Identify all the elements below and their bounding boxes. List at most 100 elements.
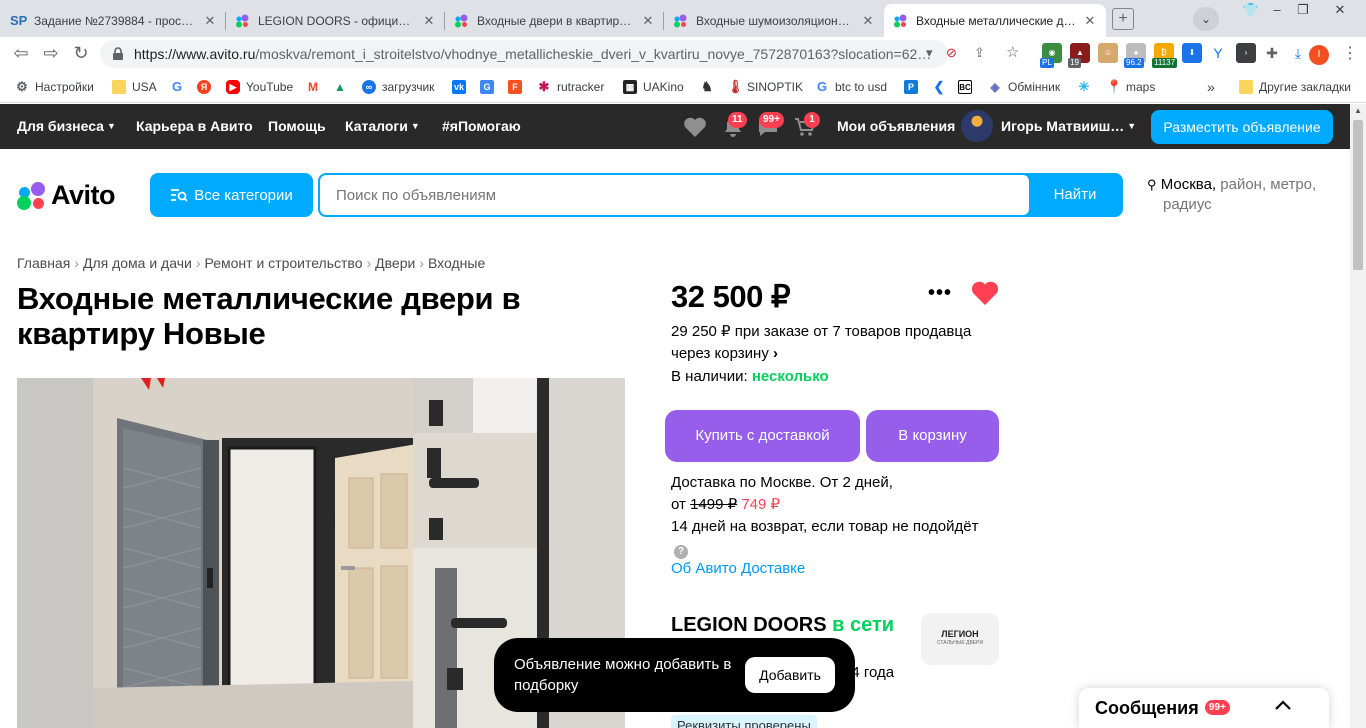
bookmark-bc[interactable]: BC [958,78,978,96]
close-window-icon[interactable]: ✕ [1316,0,1364,22]
nav-help[interactable]: Помощь [268,118,326,134]
bookmark-star-icon[interactable]: ☆ [1006,43,1019,61]
about-delivery-link[interactable]: Об Авито Доставке [671,560,805,577]
downloads-icon[interactable]: ⤓ [1288,43,1308,63]
avito-logo[interactable]: Avito [17,180,116,211]
blocked-icon[interactable]: ⊘ [946,45,957,61]
browser-menu-icon[interactable]: ⋮ [1342,43,1358,63]
extension-v-icon[interactable]: Y [1208,43,1228,63]
nav-user-menu[interactable]: Игорь Матвииш… ▼ [1001,118,1136,134]
google-icon: G [171,79,183,94]
breadcrumb-item[interactable]: Двери [375,255,415,271]
profile-avatar[interactable]: I [1309,45,1329,65]
add-to-cart-button[interactable]: В корзину [866,410,999,462]
minimize-icon[interactable]: – [1264,0,1290,22]
bookmark-usa[interactable]: USA [112,78,157,96]
help-question-icon[interactable]: ? [674,545,688,559]
browser-tab-active[interactable]: Входные металлические двери ✕ [884,4,1106,37]
search-input[interactable] [320,175,1029,215]
extensions-puzzle-icon[interactable]: ✚ [1262,43,1282,63]
nav-catalogs[interactable]: Каталоги ▼ [345,118,420,134]
bookmark-youtube[interactable]: ▶ YouTube [226,78,293,96]
extension-pl-icon[interactable]: ◉ PL [1040,43,1062,68]
breadcrumb-item[interactable]: Входные [428,255,485,271]
bookmark-chess[interactable]: ♞ [700,78,720,96]
messenger-widget[interactable]: Сообщения 99+ [1079,688,1329,728]
seller-logo[interactable]: ЛЕГИОН СТАЛЬНЫЕ ДВЕРИ [921,613,999,665]
bookmark-star[interactable]: ✳ [1077,78,1097,96]
bookmark-settings[interactable]: ⚙ Настройки [15,78,94,96]
new-tab-button[interactable]: + [1112,8,1134,30]
profile-shirt-icon[interactable]: 👕 [1238,0,1264,22]
breadcrumb-item[interactable]: Главная [17,255,70,271]
search-button[interactable]: Найти [1029,175,1121,215]
bookmark-yandex[interactable]: Я [197,78,217,96]
bookmark-rutracker[interactable]: ✱ rutracker [537,78,605,96]
bookmark-google[interactable]: G [170,78,190,96]
post-ad-button[interactable]: Разместить объявление [1151,110,1333,144]
extension-face-icon[interactable]: ☺ [1098,43,1118,63]
breadcrumb-item[interactable]: Ремонт и строительство [205,255,363,271]
page-scrollbar[interactable]: ▲ [1350,104,1366,728]
close-tab-icon[interactable]: ✕ [421,13,437,29]
favorites-heart-icon[interactable] [683,116,707,138]
toast-add-button[interactable]: Добавить [745,657,835,693]
buy-with-delivery-button[interactable]: Купить с доставкой [665,410,860,462]
browser-tab-sp[interactable]: SP Задание №2739884 - просмотр ✕ [2,4,226,37]
scrollbar-thumb[interactable] [1353,120,1363,270]
extension-download-icon[interactable]: ⬇ [1182,43,1202,63]
bookmark-arrow[interactable]: ❮ [932,78,952,96]
extension-weather-icon[interactable]: ● 96.2 [1124,43,1146,68]
seller-name[interactable]: LEGION DOORS в сети [671,614,894,637]
browser-tab-noise-doors[interactable]: Входные шумоизоляционные двери ✕ [664,4,884,37]
browser-tab-legion[interactable]: LEGION DOORS - официальный сайт ✕ [226,4,445,37]
close-tab-icon[interactable]: ✕ [202,13,218,29]
exchange-icon: ◈ [990,80,1000,94]
share-icon[interactable]: ⇪ [974,45,985,61]
nav-ihelp[interactable]: #яПомогаю [442,118,521,134]
close-tab-icon[interactable]: ✕ [640,13,656,29]
bookmark-vk[interactable]: vk [452,78,472,96]
maximize-icon[interactable]: ❐ [1290,0,1316,22]
favorite-heart-icon[interactable] [971,280,999,306]
bookmarks-overflow[interactable]: » [1207,78,1215,96]
bookmark-translate[interactable]: G [480,78,500,96]
user-avatar[interactable] [961,110,993,142]
tab-search-button[interactable]: ⌄ [1193,7,1219,31]
nav-career[interactable]: Карьера в Авито [136,118,253,134]
bookmark-gmail[interactable]: M [306,78,326,96]
extension-19-icon[interactable]: ▲ 19 [1068,43,1090,68]
more-options-icon[interactable]: ••• [928,282,952,305]
nav-my-ads[interactable]: Мои объявления [837,118,955,134]
all-categories-button[interactable]: Все категории [150,173,313,217]
nav-business[interactable]: Для бизнеса ▼ [17,118,116,134]
bookmark-sinoptik[interactable]: 🌡 SINOPTIK [727,78,803,96]
logo-text: Avito [51,180,116,210]
extension-bitcoin-icon[interactable]: ₿ 11137 [1152,43,1178,68]
bookmark-p[interactable]: P [904,78,924,96]
breadcrumb-item[interactable]: Для дома и дачи [83,255,192,271]
bookmark-drive[interactable]: ▲ [333,78,353,96]
bookmark-uakino[interactable]: ▦ UAKino [623,78,684,96]
scroll-up-icon[interactable]: ▲ [1350,106,1366,115]
bookmark-f[interactable]: F [508,78,528,96]
close-tab-icon[interactable]: ✕ [860,13,876,29]
url-bar[interactable]: https://www.avito.ru/moskva/remont_i_str… [100,40,948,68]
dropdown-icon[interactable]: ▾ [926,45,933,61]
reload-icon[interactable]: ↻ [70,43,92,65]
arrow-icon: ❮ [933,79,945,94]
back-icon[interactable]: ⇦ [10,43,32,65]
chevron-up-icon[interactable] [1273,696,1293,716]
close-tab-icon[interactable]: ✕ [1082,13,1098,29]
browser-tab-doors-soundproof[interactable]: Входные двери в квартиру с шумоизоляцией… [445,4,664,37]
bookmark-loader[interactable]: ∞ загрузчик [362,78,434,96]
forward-icon[interactable]: ⇨ [40,43,62,65]
bookmark-maps[interactable]: 📍 maps [1106,78,1155,96]
bulk-price-info[interactable]: 29 250 ₽ при заказе от 7 товаров продавц… [671,321,991,365]
star-icon: ✳ [1078,79,1090,94]
location-selector[interactable]: ⚲ Москва, район, метро, радиус [1147,175,1337,215]
bookmark-other[interactable]: Другие закладки [1239,78,1351,96]
bookmark-btc-to-usd[interactable]: Gbtc to usd [815,78,887,96]
extension-terminal-icon[interactable]: › [1236,43,1256,63]
bookmark-exchange[interactable]: ◈ Обмінник [988,78,1060,96]
